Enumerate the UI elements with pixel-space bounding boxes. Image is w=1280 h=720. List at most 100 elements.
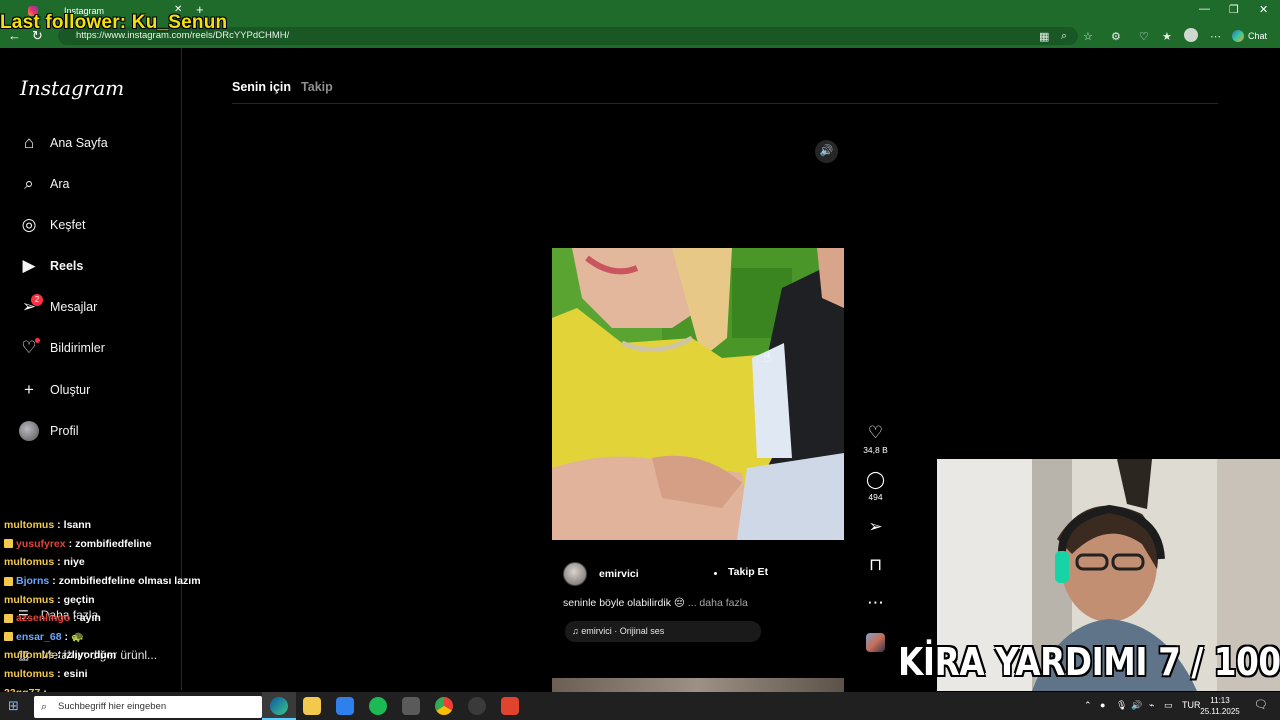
sidebar-item-label: Profil [50,424,79,438]
like-action[interactable]: ♡ 34,8 B [862,423,889,455]
more-options-action[interactable]: ⋯ [862,593,889,613]
compass-icon: ◎ [21,215,37,234]
tray-chevron-icon[interactable]: ⌃ [1084,700,1092,711]
network-icon[interactable]: ⌁ [1149,700,1154,711]
chat-label: Chat [1248,31,1268,41]
home-icon: ⌂ [23,133,35,152]
menu-dots-icon[interactable]: ⋯ [1210,30,1221,43]
calculator-icon[interactable] [402,697,420,715]
sidebar-item-search[interactable]: ⌕ Ara [18,170,69,198]
chat-separator: : [57,668,61,681]
subscriber-badge-icon [4,613,13,623]
brave-icon[interactable] [501,697,519,715]
chat-message: multomus: izliyordum [4,646,234,665]
minimize-icon[interactable]: — [1199,3,1210,15]
sidebar-item-reels[interactable]: ▶ Reels [18,252,83,280]
more-dots-icon[interactable]: ⋯ [862,593,889,613]
sidebar-item-home[interactable]: ⌂ Ana Sayfa [18,129,108,157]
share-icon[interactable]: ➢ [862,517,889,537]
comment-action[interactable]: ◯ 494 [862,470,889,502]
chat-separator: : [57,519,61,532]
chat-message: Bjorns: zombifiedfeline olması lazım [4,572,234,591]
copilot-chat-button[interactable]: Chat [1232,28,1267,44]
windows-start-icon[interactable]: ⊞ [8,698,19,714]
tray-app-icon[interactable]: ● [1100,700,1105,710]
favorites-icon[interactable]: ★ [1162,30,1172,43]
clock[interactable]: 11:13 25.11.2025 [1200,695,1240,717]
chat-username: multomus [4,556,55,569]
chat-username: ensar_68 [16,630,62,643]
sidebar-item-notifications[interactable]: ♡ Bildirimler [18,334,105,362]
close-window-icon[interactable]: ✕ [1259,3,1268,16]
next-reel-preview[interactable] [552,678,844,692]
comment-icon[interactable]: ◯ [862,470,889,490]
share-action[interactable]: ➢ [862,517,889,537]
battery-icon[interactable]: ▭ [1164,700,1173,711]
chat-username: multomus [4,668,55,681]
follow-button[interactable]: Takip Et [728,566,768,578]
chat-text: esini [63,668,88,681]
subscriber-badge-icon [4,539,13,549]
sidebar-item-label: Ana Sayfa [50,136,108,150]
edge-icon[interactable] [270,697,288,715]
subscriber-badge-icon [4,632,13,642]
spotify-icon[interactable] [369,697,387,715]
mail-icon[interactable] [336,697,354,715]
reel-video[interactable] [552,248,844,540]
obs-icon[interactable] [468,697,486,715]
stream-chat: multomus: lsann yusufyrex: zombifiedfeline m… [4,516,234,720]
chat-message: multomus: geçtin [4,590,234,609]
instagram-logo[interactable]: Instagram [20,76,124,100]
browser-essentials-icon[interactable]: ♡ [1139,30,1149,43]
volume-icon[interactable]: 🔊 [1131,700,1142,711]
language-indicator[interactable]: TUR [1182,700,1201,710]
save-action[interactable]: ⊓ [862,555,889,575]
like-count: 34,8 B [863,445,888,455]
chrome-icon[interactable] [435,697,453,715]
reels-icon: ▶ [22,256,36,275]
chat-separator: : [57,593,61,606]
sidebar-item-label: Oluştur [50,383,91,397]
sidebar-item-explore[interactable]: ◎ Keşfet [18,211,86,239]
chat-text: zombifiedfeline olması lazım [58,575,201,588]
subscriber-badge-icon [4,576,13,586]
messages-badge: 2 [31,294,43,306]
last-follower-overlay: Last follower: Ku_Senun [0,12,228,33]
windows-taskbar: ⊞ ⌕ Suchbegriff hier eingeben ⌃ ● 🎙 🔊 ⌁ … [0,692,1280,720]
author-avatar[interactable] [563,562,587,586]
extensions-icon[interactable]: ⚙ [1111,30,1121,43]
favorite-star-icon[interactable]: ☆ [1083,30,1093,43]
sidebar-item-label: Keşfet [50,218,86,232]
chat-text: lsann [63,519,92,532]
reader-view-icon[interactable]: ▦ [1039,30,1049,43]
heart-icon[interactable]: ♡ [862,423,889,443]
feed-tabs: Senin için Takip [232,80,333,94]
sidebar-item-profile[interactable]: Profil [18,417,78,445]
caption-more-link[interactable]: ... daha fazla [688,597,748,609]
chat-username: Bjorns [16,575,50,588]
chat-message: azsenlingo: ayın [4,609,234,628]
audio-thumbnail[interactable] [866,633,885,652]
chat-text: izliyordum [63,649,117,662]
taskbar-search[interactable]: ⌕ Suchbegriff hier eingeben [34,696,262,718]
reel-author[interactable]: emirvici Takip Et [563,561,783,587]
chat-message: yusufyrex: zombifiedfeline [4,535,234,554]
profile-avatar [18,421,40,441]
microphone-icon[interactable]: 🎙 [1116,700,1127,711]
music-note-icon: ♫ [572,626,579,636]
sidebar-item-create[interactable]: + Oluştur [18,376,90,404]
bookmark-icon[interactable]: ⊓ [862,555,889,575]
notification-center-icon[interactable]: 🗨 [1254,698,1268,711]
search-icon: ⌕ [24,174,34,193]
sound-toggle-icon[interactable]: 🔊 [815,140,838,163]
profile-avatar-icon[interactable] [1184,28,1198,42]
tab-following[interactable]: Takip [301,80,333,94]
maximize-icon[interactable]: ❐ [1229,3,1239,16]
audio-pill[interactable]: ♫ emirvici · Orijinal ses [565,621,761,642]
tab-for-you[interactable]: Senin için [232,80,291,94]
author-name[interactable]: emirvici [599,568,639,580]
zoom-icon[interactable]: ⌕ [1061,30,1067,43]
file-explorer-icon[interactable] [303,697,321,715]
sidebar-item-messages[interactable]: ➢ 2 Mesajlar [18,293,97,321]
reel-video-frame [552,248,844,540]
